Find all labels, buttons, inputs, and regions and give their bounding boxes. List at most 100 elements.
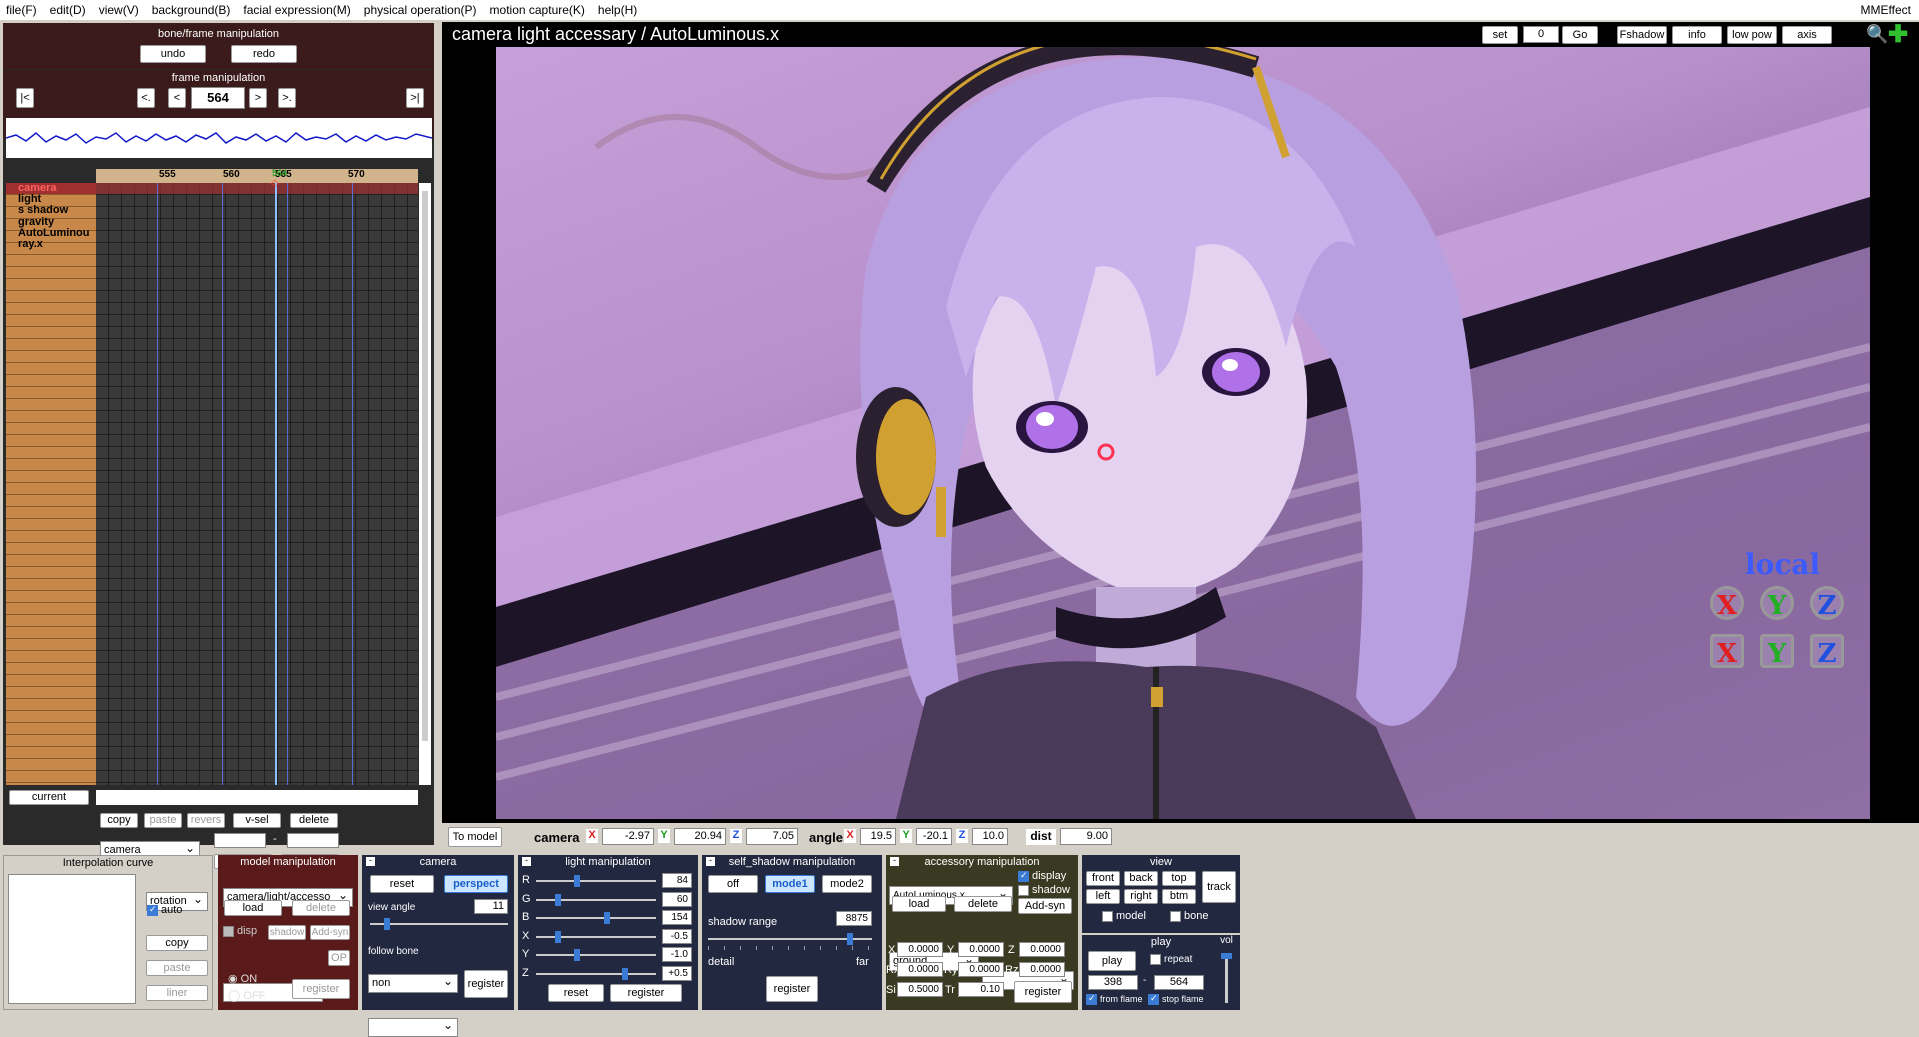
- light-value-x[interactable]: -0.5: [662, 928, 692, 944]
- shadow-range-slider[interactable]: [708, 933, 872, 945]
- set-button[interactable]: set: [1482, 26, 1518, 44]
- interp-paste-button[interactable]: paste: [146, 960, 208, 976]
- view-bone-checkbox[interactable]: bone: [1170, 910, 1208, 922]
- track-light[interactable]: light: [6, 194, 96, 205]
- accessory-collapse-icon[interactable]: -: [890, 856, 899, 866]
- next-key-button[interactable]: >.: [278, 88, 296, 108]
- shadow-mode2-button[interactable]: mode2: [822, 875, 872, 893]
- angle-x-input[interactable]: 19.5: [860, 828, 896, 845]
- reverse-paste-button[interactable]: revers: [187, 813, 225, 828]
- auto-checkbox[interactable]: auto: [147, 904, 182, 916]
- shadow-off-button[interactable]: off: [708, 875, 758, 893]
- view-left-button[interactable]: left: [1086, 889, 1120, 904]
- follow-model-select[interactable]: non: [368, 974, 458, 993]
- range-start-input[interactable]: [214, 833, 266, 848]
- light-value-b[interactable]: 154: [662, 910, 692, 925]
- acc-y-input[interactable]: 0.0000: [958, 942, 1004, 957]
- model-delete-button[interactable]: delete: [292, 900, 350, 916]
- light-reset-button[interactable]: reset: [548, 984, 604, 1002]
- last-frame-button[interactable]: >|: [406, 88, 424, 108]
- model-shadow-button[interactable]: shadow: [268, 925, 306, 940]
- light-slider-g[interactable]: [536, 893, 656, 906]
- zoom-magnifier-icon[interactable]: 🔍: [1866, 24, 1888, 45]
- off-radio[interactable]: ◯ OFF: [228, 989, 265, 1002]
- light-thumb-r[interactable]: [573, 875, 580, 887]
- shadow-mode1-button[interactable]: mode1: [765, 875, 815, 893]
- play-to-input[interactable]: 564: [1154, 975, 1204, 990]
- timeline-scroll-thumb[interactable]: [422, 191, 428, 741]
- low-power-button[interactable]: low pow: [1727, 26, 1777, 44]
- camera-z-input[interactable]: 7.05: [746, 828, 798, 845]
- v-sel-button[interactable]: v-sel: [233, 813, 281, 828]
- light-slider-r[interactable]: [536, 875, 656, 887]
- light-thumb-x[interactable]: [555, 930, 562, 943]
- track-gravity[interactable]: gravity: [6, 217, 96, 228]
- camera-register-button[interactable]: register: [464, 970, 508, 998]
- play-from-input[interactable]: 398: [1088, 975, 1138, 990]
- camera-x-input[interactable]: -2.97: [602, 828, 654, 845]
- view-right-button[interactable]: right: [1124, 889, 1158, 904]
- view-model-checkbox[interactable]: model: [1102, 910, 1146, 922]
- go-button[interactable]: Go: [1562, 26, 1598, 44]
- light-collapse-icon[interactable]: -: [522, 856, 531, 866]
- menu-mmeffect[interactable]: MMEffect: [1861, 3, 1911, 17]
- frame-number-input[interactable]: 564: [191, 87, 245, 109]
- interpolation-curve-editor[interactable]: [8, 874, 136, 1004]
- op-button[interactable]: OP: [328, 950, 350, 966]
- acc-x-input[interactable]: 0.0000: [897, 942, 943, 957]
- angle-y-input[interactable]: -20.1: [916, 828, 952, 845]
- track-autoluminous[interactable]: AutoLuminou: [6, 228, 96, 239]
- play-button[interactable]: play: [1088, 951, 1136, 971]
- menu-edit[interactable]: edit(D): [50, 3, 86, 17]
- fshadow-button[interactable]: Fshadow: [1617, 26, 1667, 44]
- menu-view[interactable]: view(V): [99, 3, 139, 17]
- render-scene[interactable]: [496, 47, 1870, 819]
- model-register-button[interactable]: register: [292, 979, 350, 999]
- horizontal-scrollbar[interactable]: [96, 790, 418, 805]
- menu-physical-operation[interactable]: physical operation(P): [364, 3, 477, 17]
- view-bottom-button[interactable]: btm: [1162, 889, 1196, 904]
- display-checkbox[interactable]: display: [1018, 870, 1066, 882]
- acc-si-input[interactable]: 0.5000: [897, 982, 943, 997]
- undo-button[interactable]: undo: [140, 45, 206, 63]
- acc-rz-input[interactable]: 0.0000: [1019, 962, 1065, 977]
- view-angle-slider[interactable]: [370, 918, 508, 930]
- light-value-g[interactable]: 60: [662, 891, 692, 907]
- redo-button[interactable]: redo: [231, 45, 297, 63]
- model-load-button[interactable]: load: [224, 900, 282, 916]
- light-value-y[interactable]: -1.0: [662, 947, 692, 962]
- shadow-range-input[interactable]: 8875: [836, 911, 872, 926]
- move-z-icon[interactable]: Z: [1810, 634, 1844, 669]
- viewport[interactable]: camera light accessary / AutoLuminous.x …: [442, 21, 1919, 848]
- rotate-x-icon[interactable]: X: [1710, 586, 1744, 621]
- prev-key-button[interactable]: <.: [137, 88, 155, 108]
- acc-rx-input[interactable]: 0.0000: [897, 962, 943, 977]
- shadow-collapse-icon[interactable]: -: [706, 856, 715, 866]
- track-ray[interactable]: ray.x: [6, 239, 96, 250]
- delete-frame-button[interactable]: delete: [290, 813, 338, 828]
- acc-tr-input[interactable]: 0.10: [958, 982, 1004, 997]
- accessory-delete-button[interactable]: delete: [954, 896, 1012, 912]
- move-y-icon[interactable]: Y: [1760, 634, 1794, 669]
- shadow-register-button[interactable]: register: [766, 976, 818, 1002]
- interp-copy-button[interactable]: copy: [146, 935, 208, 951]
- follow-bone-select[interactable]: [368, 1018, 458, 1037]
- angle-z-input[interactable]: 10.0: [972, 828, 1008, 845]
- camera-y-input[interactable]: 20.94: [674, 828, 726, 845]
- accessory-addsyn-button[interactable]: Add-syn: [1018, 898, 1072, 914]
- range-end-input[interactable]: [287, 833, 339, 848]
- view-front-button[interactable]: front: [1086, 871, 1120, 886]
- camera-reset-button[interactable]: reset: [370, 875, 434, 893]
- disp-checkbox[interactable]: disp: [223, 925, 257, 937]
- current-button[interactable]: current: [9, 790, 89, 805]
- move-x-icon[interactable]: X: [1710, 634, 1744, 669]
- repeat-checkbox[interactable]: repeat: [1150, 954, 1192, 965]
- to-model-button[interactable]: To model: [448, 827, 502, 847]
- light-thumb-y[interactable]: [573, 949, 580, 961]
- axis-button[interactable]: axis: [1782, 26, 1832, 44]
- view-angle-thumb[interactable]: [384, 918, 390, 930]
- accessory-register-button[interactable]: register: [1014, 981, 1072, 1003]
- menu-facial-expression[interactable]: facial expression(M): [243, 3, 350, 17]
- light-value-r[interactable]: 84: [662, 873, 692, 888]
- light-slider-z[interactable]: [536, 967, 656, 980]
